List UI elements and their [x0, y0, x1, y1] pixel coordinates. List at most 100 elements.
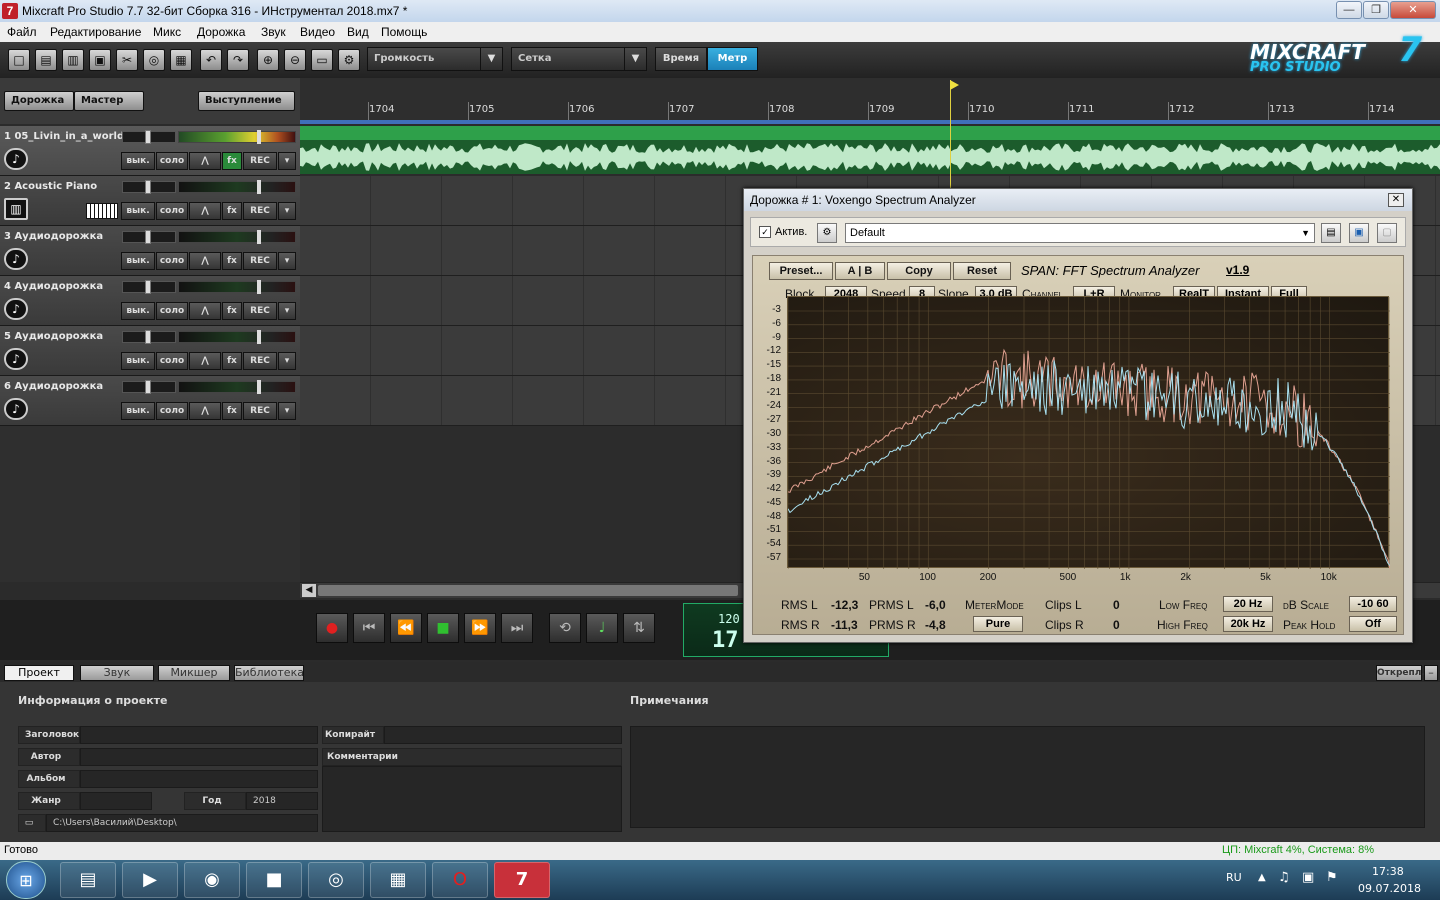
mute-button[interactable]: вык.	[121, 202, 155, 220]
low-freq-value[interactable]: 20 Hz	[1223, 596, 1273, 612]
track-button[interactable]: Дорожка	[4, 91, 74, 111]
chevron-down-icon[interactable]: ▾	[278, 202, 296, 220]
sync-icon[interactable]: ⇅	[623, 613, 655, 643]
comments-input[interactable]	[322, 766, 622, 832]
explorer-icon[interactable]: ▤	[60, 862, 116, 898]
undo-icon[interactable]: ↶	[200, 49, 222, 71]
audio-clip[interactable]	[300, 126, 1440, 174]
automation-icon[interactable]: ⋀	[189, 302, 221, 320]
chevron-down-icon[interactable]: ▾	[278, 152, 296, 170]
record-disc-icon[interactable]: ◎	[143, 49, 165, 71]
chrome-icon[interactable]: ◉	[184, 862, 240, 898]
track-row[interactable]: 4 Аудиодорожка ♪ вык. соло ⋀ fx REC ▾	[0, 276, 300, 326]
plugin-close-icon[interactable]: ✕	[1388, 193, 1404, 207]
metronome-icon[interactable]: ♩	[586, 613, 618, 643]
peak-hold-value[interactable]: Off	[1349, 616, 1397, 632]
fx-button[interactable]: fx	[222, 302, 242, 320]
minimize-button[interactable]: —	[1336, 1, 1362, 19]
volume-slider[interactable]	[178, 130, 296, 144]
close-button[interactable]: ✕	[1390, 1, 1436, 19]
track-row[interactable]: 1 05_Livin_in_a_world ♪ вык. соло ⋀ fx R…	[0, 126, 300, 176]
clock-time[interactable]: 17:38	[1372, 865, 1404, 878]
redo-icon[interactable]: ↷	[227, 49, 249, 71]
load-preset-icon[interactable]: ▤	[1321, 223, 1341, 243]
mixer-icon[interactable]: ▦	[170, 49, 192, 71]
volume-combo[interactable]: Громкость ▼	[367, 47, 503, 71]
clock-date[interactable]: 09.07.2018	[1358, 882, 1421, 895]
sound-recorder-icon[interactable]: ■	[246, 862, 302, 898]
start-button[interactable]: ⊞	[6, 861, 46, 899]
solo-button[interactable]: соло	[156, 302, 188, 320]
scroll-thumb[interactable]	[318, 585, 738, 596]
loop-icon[interactable]: ⟲	[549, 613, 581, 643]
opera-icon[interactable]: O	[432, 862, 488, 898]
preset-button[interactable]: Preset...	[769, 262, 833, 280]
solo-button[interactable]: соло	[156, 202, 188, 220]
settings-icon[interactable]: ⚙	[817, 223, 837, 243]
fx-button[interactable]: fx	[222, 152, 242, 170]
fx-button[interactable]: fx	[222, 202, 242, 220]
mute-button[interactable]: вык.	[121, 302, 155, 320]
automation-icon[interactable]: ⋀	[189, 352, 221, 370]
volume-slider[interactable]	[178, 280, 296, 294]
automation-icon[interactable]: ⋀	[189, 202, 221, 220]
track-row[interactable]: 2 Acoustic Piano ▥ вык. соло ⋀ fx REC ▾	[0, 176, 300, 226]
solo-button[interactable]: соло	[156, 252, 188, 270]
master-button[interactable]: Мастер	[74, 91, 144, 111]
winrar-icon[interactable]: ▦	[370, 862, 426, 898]
keyboard-icon[interactable]	[86, 203, 118, 219]
meter-button[interactable]: Метр	[707, 47, 758, 71]
minimize-panel-icon[interactable]: –	[1424, 665, 1438, 681]
volume-icon[interactable]: ♫	[1278, 870, 1290, 885]
automation-icon[interactable]: ⋀	[189, 402, 221, 420]
tab-mixer[interactable]: Микшер	[158, 665, 230, 681]
rec-button[interactable]: REC	[243, 352, 277, 370]
save-icon[interactable]: ▣	[89, 49, 111, 71]
preset-select[interactable]: Default ▼	[845, 223, 1315, 243]
rec-button[interactable]: REC	[243, 252, 277, 270]
menu-help[interactable]: Помощь	[381, 25, 427, 39]
rec-button[interactable]: REC	[243, 402, 277, 420]
title-input[interactable]	[80, 726, 318, 744]
active-checkbox[interactable]: ✓	[759, 226, 771, 238]
volume-slider[interactable]	[178, 330, 296, 344]
copy-button[interactable]: Copy	[887, 262, 951, 280]
fx-button[interactable]: fx	[222, 402, 242, 420]
scroll-left-icon[interactable]: ◀	[302, 584, 316, 597]
ab-button[interactable]: A | B	[835, 262, 885, 280]
automation-icon[interactable]: ⋀	[189, 152, 221, 170]
network-icon[interactable]: ▣	[1302, 870, 1314, 885]
fx-button[interactable]: fx	[222, 252, 242, 270]
delete-preset-icon[interactable]: ▢	[1377, 223, 1397, 243]
volume-slider[interactable]	[178, 180, 296, 194]
copyright-input[interactable]	[384, 726, 622, 744]
high-freq-value[interactable]: 20k Hz	[1223, 616, 1273, 632]
tab-project[interactable]: Проект	[4, 665, 74, 681]
author-input[interactable]	[80, 748, 318, 766]
chevron-down-icon[interactable]: ▾	[278, 252, 296, 270]
meter-mode-value[interactable]: Pure	[973, 616, 1023, 632]
rec-button[interactable]: REC	[243, 302, 277, 320]
solo-button[interactable]: соло	[156, 402, 188, 420]
menu-view[interactable]: Вид	[347, 25, 369, 39]
plugin-titlebar[interactable]: Дорожка # 1: Voxengo Spectrum Analyzer	[744, 189, 1412, 211]
volume-slider[interactable]	[178, 380, 296, 394]
menu-mix[interactable]: Микс	[153, 25, 181, 39]
mute-button[interactable]: вык.	[121, 252, 155, 270]
solo-button[interactable]: соло	[156, 152, 188, 170]
gear-icon[interactable]: ⚙	[338, 49, 360, 71]
open-folder-icon[interactable]: ▤	[35, 49, 57, 71]
mute-button[interactable]: вык.	[121, 352, 155, 370]
track-row[interactable]: 3 Аудиодорожка ♪ вык. соло ⋀ fx REC ▾	[0, 226, 300, 276]
cut-icon[interactable]: ✂	[116, 49, 138, 71]
skip-start-icon[interactable]: ⏮	[353, 613, 385, 643]
track-row[interactable]: 5 Аудиодорожка ♪ вык. соло ⋀ fx REC ▾	[0, 326, 300, 376]
time-button[interactable]: Время	[655, 47, 707, 71]
mixcraft-taskbar-icon[interactable]: 7	[494, 862, 550, 898]
reset-button[interactable]: Reset	[953, 262, 1011, 280]
rec-button[interactable]: REC	[243, 202, 277, 220]
automation-icon[interactable]: ⋀	[189, 252, 221, 270]
media-player-icon[interactable]: ▶	[122, 862, 178, 898]
rewind-icon[interactable]: ⏪	[390, 613, 422, 643]
menu-video[interactable]: Видео	[300, 25, 335, 39]
